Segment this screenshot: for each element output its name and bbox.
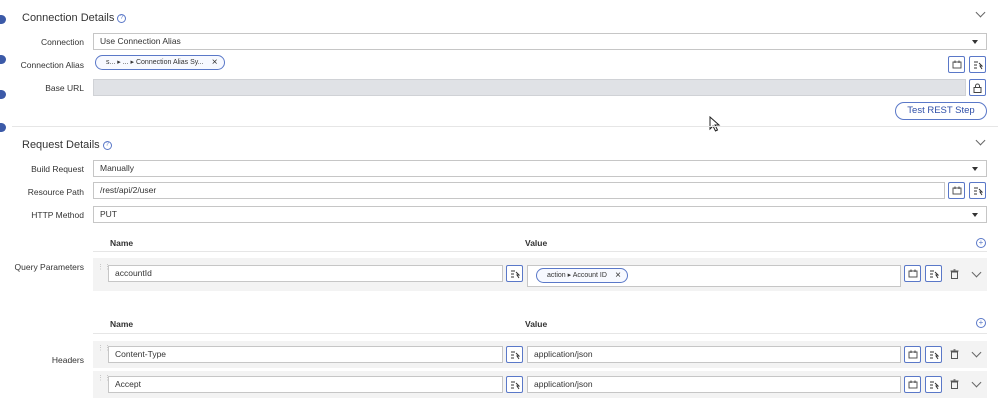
connection-label: Connection xyxy=(40,37,84,47)
trash-icon[interactable] xyxy=(950,349,959,359)
table-row: ⋮⋮ Accept application/json xyxy=(93,371,987,398)
variable-picker-button[interactable] xyxy=(969,182,986,199)
chevron-down-icon[interactable] xyxy=(971,377,982,388)
request-details-title: Request Details? xyxy=(22,139,112,151)
query-param-value-field[interactable]: action ▸ Account ID × xyxy=(527,265,901,287)
headers-label: Headers xyxy=(51,355,84,365)
connection-alias-chip[interactable]: s... ▸ ... ▸ Connection Alias Sy... × xyxy=(95,55,225,70)
chevron-down-icon[interactable] xyxy=(975,135,986,146)
plus-circle-icon[interactable]: + xyxy=(976,238,986,248)
header-value-input[interactable]: application/json xyxy=(527,376,901,393)
calendar-button[interactable] xyxy=(948,56,965,73)
base-url-field xyxy=(93,79,966,96)
column-divider xyxy=(93,251,987,252)
close-icon[interactable]: × xyxy=(212,56,218,69)
http-method-label: HTTP Method xyxy=(31,210,84,220)
resource-path-input[interactable]: /rest/api/2/user xyxy=(93,182,945,199)
table-row: ⋮⋮ Content-Type application/json xyxy=(93,341,987,368)
calendar-button[interactable] xyxy=(904,265,921,282)
calendar-button[interactable] xyxy=(904,376,921,393)
variable-picker-button[interactable] xyxy=(506,346,523,363)
trash-icon[interactable] xyxy=(950,379,959,389)
table-row: ⋮⋮ accountId action ▸ Account ID × xyxy=(93,258,987,291)
variable-picker-button[interactable] xyxy=(925,265,942,282)
calendar-icon xyxy=(908,269,917,278)
help-icon[interactable]: ? xyxy=(117,14,127,23)
trash-icon[interactable] xyxy=(950,269,959,279)
dropdown-caret-icon xyxy=(972,40,978,44)
variable-picker-button[interactable] xyxy=(969,56,986,73)
dropdown-caret-icon xyxy=(972,167,978,171)
resource-path-label: Resource Path xyxy=(27,187,84,197)
build-request-select[interactable]: Manually xyxy=(93,160,987,177)
chevron-down-icon[interactable] xyxy=(975,7,986,18)
mouse-cursor-icon xyxy=(709,116,721,132)
query-param-name-input[interactable]: accountId xyxy=(108,265,503,282)
header-value-column-header: Value xyxy=(525,319,548,329)
column-divider xyxy=(93,333,987,334)
http-method-select[interactable]: PUT xyxy=(93,206,987,223)
variable-picker-icon xyxy=(929,351,939,359)
query-value-column-header: Value xyxy=(525,238,548,248)
variable-picker-icon xyxy=(973,187,983,195)
lock-button[interactable] xyxy=(969,79,986,96)
chevron-down-icon[interactable] xyxy=(971,347,982,358)
variable-picker-button[interactable] xyxy=(925,376,942,393)
header-value-input[interactable]: application/json xyxy=(527,346,901,363)
step-marker-icon xyxy=(0,15,6,24)
calendar-icon xyxy=(952,186,961,195)
query-parameters-label: Query Parameters xyxy=(14,262,84,272)
variable-picker-button[interactable] xyxy=(506,376,523,393)
dropdown-caret-icon xyxy=(972,213,978,217)
variable-picker-icon xyxy=(510,381,520,389)
plus-circle-icon[interactable]: + xyxy=(976,318,986,328)
calendar-icon xyxy=(908,380,917,389)
header-name-column-header: Name xyxy=(110,319,134,329)
step-marker-icon xyxy=(0,123,6,132)
close-icon[interactable]: × xyxy=(615,269,621,282)
connection-details-title: Connection Details? xyxy=(22,12,127,24)
variable-picker-button[interactable] xyxy=(506,265,523,282)
variable-picker-icon xyxy=(929,381,939,389)
chevron-down-icon[interactable] xyxy=(971,267,982,278)
build-request-label: Build Request xyxy=(31,164,84,174)
query-param-value-chip[interactable]: action ▸ Account ID × xyxy=(536,268,628,283)
variable-picker-icon xyxy=(510,351,520,359)
connection-alias-field[interactable]: s... ▸ ... ▸ Connection Alias Sy... × xyxy=(93,54,944,72)
query-name-column-header: Name xyxy=(110,238,134,248)
header-name-input[interactable]: Content-Type xyxy=(108,346,503,363)
section-divider xyxy=(12,126,998,127)
test-rest-step-button[interactable]: Test REST Step xyxy=(895,102,987,120)
base-url-label: Base URL xyxy=(45,83,84,93)
header-name-input[interactable]: Accept xyxy=(108,376,503,393)
variable-picker-button[interactable] xyxy=(925,346,942,363)
help-icon[interactable]: ? xyxy=(102,141,112,150)
variable-picker-icon xyxy=(929,270,939,278)
connection-select[interactable]: Use Connection Alias xyxy=(93,33,987,50)
variable-picker-icon xyxy=(973,61,983,69)
connection-alias-label: Connection Alias xyxy=(20,60,84,70)
calendar-button[interactable] xyxy=(904,346,921,363)
lock-icon xyxy=(973,83,982,93)
calendar-button[interactable] xyxy=(948,182,965,199)
calendar-icon xyxy=(952,60,961,69)
calendar-icon xyxy=(908,350,917,359)
variable-picker-icon xyxy=(510,270,520,278)
